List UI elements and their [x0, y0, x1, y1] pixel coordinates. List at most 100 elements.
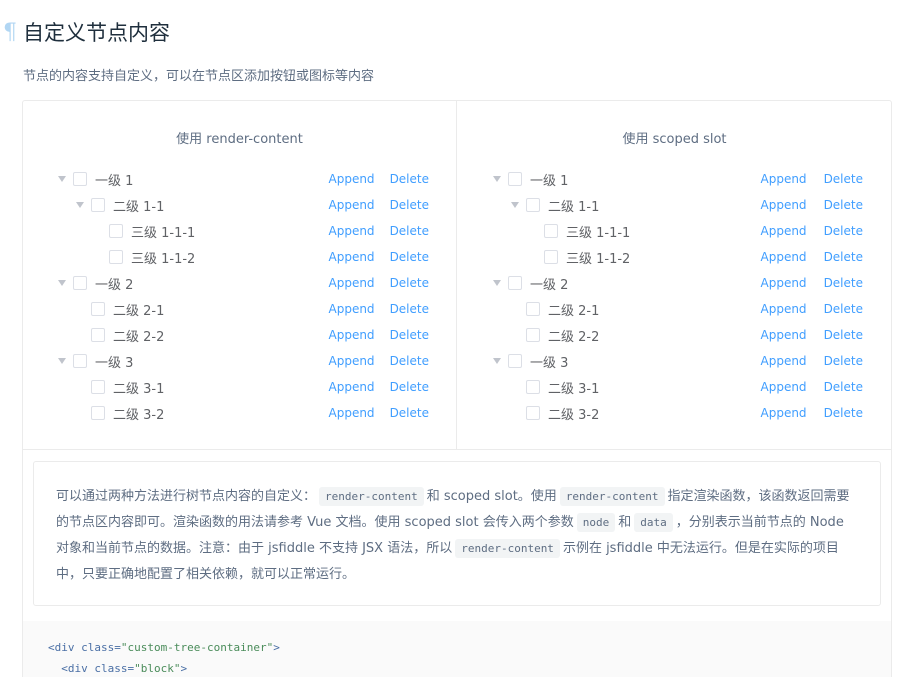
- section-title: 自定义节点内容: [23, 21, 170, 45]
- tree-node[interactable]: 三级 1-1-2 Append Delete: [53, 244, 433, 270]
- append-button[interactable]: Append: [329, 328, 375, 342]
- delete-button[interactable]: Delete: [390, 224, 429, 238]
- delete-button[interactable]: Delete: [390, 354, 429, 368]
- append-button[interactable]: Append: [761, 172, 807, 186]
- delete-button[interactable]: Delete: [824, 276, 863, 290]
- append-button[interactable]: Append: [329, 276, 375, 290]
- append-button[interactable]: Append: [761, 250, 807, 264]
- expand-arrow-icon: [506, 400, 524, 426]
- delete-button[interactable]: Delete: [824, 380, 863, 394]
- delete-button[interactable]: Delete: [824, 250, 863, 264]
- tree-node[interactable]: 三级 1-1-1 Append Delete: [488, 218, 866, 244]
- delete-button[interactable]: Delete: [390, 380, 429, 394]
- tree-node[interactable]: 二级 3-1 Append Delete: [488, 374, 866, 400]
- node-actions: Append Delete: [329, 244, 430, 270]
- tree-node[interactable]: 二级 2-1 Append Delete: [488, 296, 866, 322]
- append-button[interactable]: Append: [761, 406, 807, 420]
- tree-node[interactable]: 三级 1-1-1 Append Delete: [53, 218, 433, 244]
- node-checkbox[interactable]: [526, 328, 540, 342]
- node-checkbox[interactable]: [526, 406, 540, 420]
- append-button[interactable]: Append: [761, 328, 807, 342]
- node-checkbox[interactable]: [91, 198, 105, 212]
- tree-node[interactable]: 一级 2 Append Delete: [53, 270, 433, 296]
- delete-button[interactable]: Delete: [824, 224, 863, 238]
- node-checkbox[interactable]: [91, 380, 105, 394]
- node-checkbox[interactable]: [91, 406, 105, 420]
- append-button[interactable]: Append: [761, 276, 807, 290]
- node-checkbox[interactable]: [508, 276, 522, 290]
- tree-node[interactable]: 一级 1 Append Delete: [53, 166, 433, 192]
- delete-button[interactable]: Delete: [824, 354, 863, 368]
- append-button[interactable]: Append: [329, 380, 375, 394]
- delete-button[interactable]: Delete: [824, 172, 863, 186]
- node-checkbox[interactable]: [73, 276, 87, 290]
- tree-node[interactable]: 二级 3-2 Append Delete: [53, 400, 433, 426]
- append-button[interactable]: Append: [329, 354, 375, 368]
- append-button[interactable]: Append: [329, 172, 375, 186]
- expand-arrow-icon: [506, 296, 524, 322]
- expand-arrow-icon[interactable]: [53, 348, 71, 374]
- node-actions: Append Delete: [761, 322, 864, 348]
- delete-button[interactable]: Delete: [390, 250, 429, 264]
- expand-arrow-icon: [71, 296, 89, 322]
- delete-button[interactable]: Delete: [824, 302, 863, 316]
- inline-code: render-content: [319, 487, 424, 506]
- expand-arrow-icon[interactable]: [71, 192, 89, 218]
- tree-node[interactable]: 二级 2-2 Append Delete: [488, 322, 866, 348]
- tree-node[interactable]: 一级 1 Append Delete: [488, 166, 866, 192]
- expand-arrow-icon[interactable]: [488, 166, 506, 192]
- expand-arrow-icon[interactable]: [506, 192, 524, 218]
- tree-node[interactable]: 一级 3 Append Delete: [53, 348, 433, 374]
- append-button[interactable]: Append: [329, 250, 375, 264]
- tree-node[interactable]: 二级 3-1 Append Delete: [53, 374, 433, 400]
- node-checkbox[interactable]: [526, 302, 540, 316]
- node-checkbox[interactable]: [109, 250, 123, 264]
- tree-node[interactable]: 一级 2 Append Delete: [488, 270, 866, 296]
- delete-button[interactable]: Delete: [824, 328, 863, 342]
- node-checkbox[interactable]: [73, 172, 87, 186]
- append-button[interactable]: Append: [761, 302, 807, 316]
- node-checkbox[interactable]: [544, 250, 558, 264]
- node-checkbox[interactable]: [508, 172, 522, 186]
- section-heading: ¶ 自定义节点内容: [0, 14, 170, 50]
- delete-button[interactable]: Delete: [390, 198, 429, 212]
- append-button[interactable]: Append: [329, 302, 375, 316]
- node-actions: Append Delete: [329, 374, 430, 400]
- anchor-link[interactable]: ¶: [0, 20, 20, 45]
- node-checkbox[interactable]: [526, 380, 540, 394]
- node-checkbox[interactable]: [91, 328, 105, 342]
- tree-node[interactable]: 二级 2-2 Append Delete: [53, 322, 433, 348]
- append-button[interactable]: Append: [761, 198, 807, 212]
- node-checkbox[interactable]: [544, 224, 558, 238]
- delete-button[interactable]: Delete: [824, 198, 863, 212]
- expand-arrow-icon[interactable]: [53, 270, 71, 296]
- expand-arrow-icon[interactable]: [488, 270, 506, 296]
- tree-node[interactable]: 二级 1-1 Append Delete: [53, 192, 433, 218]
- node-checkbox[interactable]: [73, 354, 87, 368]
- delete-button[interactable]: Delete: [390, 172, 429, 186]
- append-button[interactable]: Append: [761, 224, 807, 238]
- tree-node[interactable]: 二级 3-2 Append Delete: [488, 400, 866, 426]
- append-button[interactable]: Append: [761, 354, 807, 368]
- append-button[interactable]: Append: [329, 406, 375, 420]
- tree-node[interactable]: 二级 1-1 Append Delete: [488, 192, 866, 218]
- delete-button[interactable]: Delete: [824, 406, 863, 420]
- append-button[interactable]: Append: [761, 380, 807, 394]
- delete-button[interactable]: Delete: [390, 276, 429, 290]
- node-checkbox[interactable]: [109, 224, 123, 238]
- tree-node[interactable]: 三级 1-1-2 Append Delete: [488, 244, 866, 270]
- node-checkbox[interactable]: [526, 198, 540, 212]
- delete-button[interactable]: Delete: [390, 406, 429, 420]
- expand-arrow-icon[interactable]: [488, 348, 506, 374]
- inline-code: data: [634, 513, 673, 532]
- expand-arrow-icon[interactable]: [53, 166, 71, 192]
- tree-node[interactable]: 一级 3 Append Delete: [488, 348, 866, 374]
- delete-button[interactable]: Delete: [390, 302, 429, 316]
- node-checkbox[interactable]: [91, 302, 105, 316]
- tree-node[interactable]: 二级 2-1 Append Delete: [53, 296, 433, 322]
- append-button[interactable]: Append: [329, 198, 375, 212]
- node-actions: Append Delete: [329, 296, 430, 322]
- append-button[interactable]: Append: [329, 224, 375, 238]
- node-checkbox[interactable]: [508, 354, 522, 368]
- delete-button[interactable]: Delete: [390, 328, 429, 342]
